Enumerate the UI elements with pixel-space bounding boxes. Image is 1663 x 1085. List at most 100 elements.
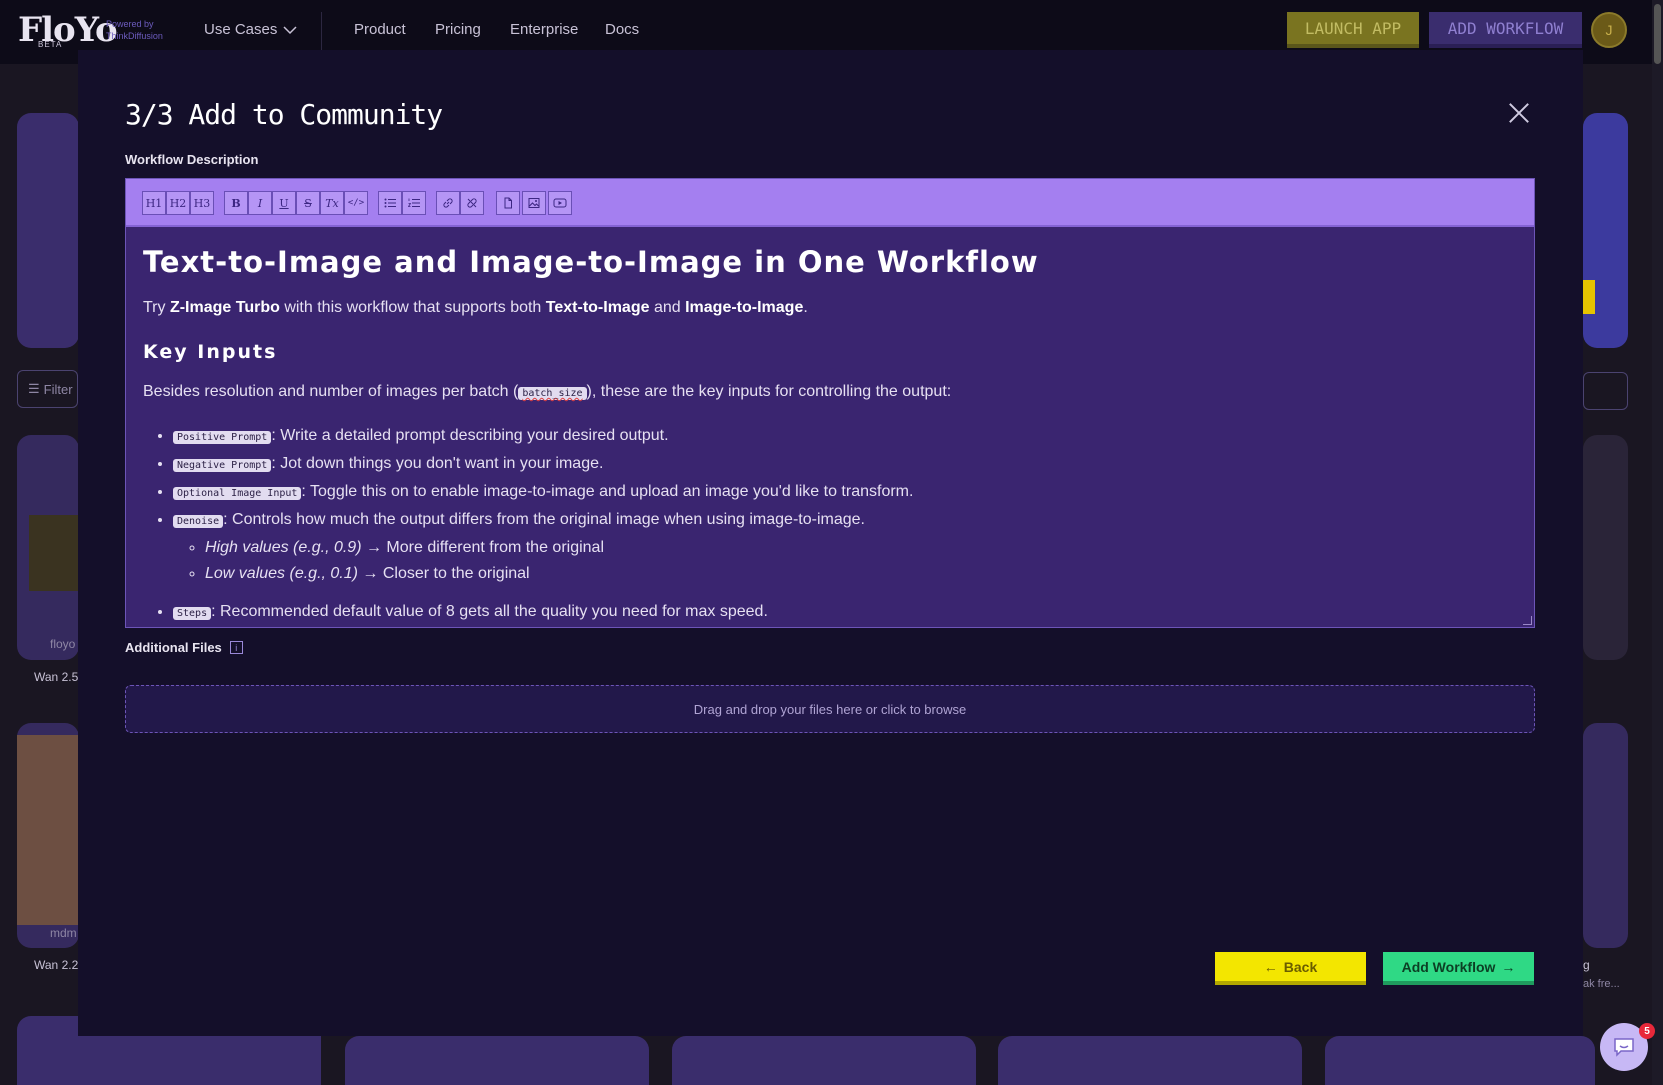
sub-item-text: → More different from the original	[361, 539, 605, 556]
file-dropzone[interactable]: Drag and drop your files here or click t…	[125, 685, 1535, 733]
heading-2-button[interactable]: H2	[166, 191, 190, 215]
bold-button[interactable]: B	[224, 191, 248, 215]
ordered-list-button[interactable]	[402, 191, 426, 215]
additional-files-text: Additional Files	[125, 640, 222, 655]
add-workflow-nav-button[interactable]: ADD WORKFLOW	[1429, 12, 1582, 48]
nav-link-docs[interactable]: Docs	[605, 21, 639, 38]
sub-item-italic: Low values (e.g., 0.1)	[205, 565, 358, 582]
link-icon	[443, 198, 453, 208]
filter-label: Filter	[43, 381, 73, 397]
launch-app-button[interactable]: LAUNCH APP	[1287, 12, 1419, 48]
nav-use-cases[interactable]: Use Cases	[204, 21, 297, 38]
chat-icon	[1614, 1038, 1634, 1057]
inline-code: Optional Image Input	[173, 487, 302, 500]
list-item: Optional Image Input: Toggle this on to …	[173, 479, 1517, 507]
list-item-text: : Toggle this on to enable image-to-imag…	[301, 483, 914, 500]
intro-text-3: and	[649, 299, 686, 316]
list-item-text: : Controls how much the output differs f…	[223, 511, 865, 528]
bg-card-1-user: floyo	[50, 637, 76, 651]
list-item-text: : Write a detailed prompt describing you…	[271, 427, 669, 444]
info-icon[interactable]: i	[229, 641, 243, 654]
heading-3-button[interactable]: H3	[190, 191, 214, 215]
image-icon	[528, 198, 540, 208]
bg-filter-button: ☰ Filter	[17, 370, 78, 408]
ordered-list-icon	[408, 198, 420, 207]
add-workflow-button[interactable]: Add Workflow →	[1383, 952, 1534, 985]
list-item: Positive Prompt: Write a detailed prompt…	[173, 423, 1517, 451]
floyo-logo[interactable]: FloYo	[18, 10, 118, 50]
insert-video-button[interactable]	[548, 191, 572, 215]
nav-link-product[interactable]: Product	[354, 21, 406, 38]
heading-1-button[interactable]: H1	[142, 191, 166, 215]
bg-card-1-right	[1583, 435, 1628, 660]
bg-right-caption-2: ak fre...	[1583, 978, 1620, 990]
bg-hero-left	[17, 113, 79, 348]
sub-item-italic: High values (e.g., 0.9)	[205, 539, 362, 556]
page-scrollbar-thumb[interactable]	[1654, 4, 1661, 64]
unlink-icon	[467, 198, 477, 208]
list-item: Denoise: Controls how much the output di…	[173, 507, 1517, 587]
link-button[interactable]	[436, 191, 460, 215]
list-item-text: : Recommended default value of 8 gets al…	[211, 603, 768, 620]
nav-divider	[321, 12, 322, 50]
insert-file-button[interactable]	[496, 191, 520, 215]
intro-text-1: Try	[143, 299, 170, 316]
denoise-sublist: High values (e.g., 0.9) → More different…	[173, 535, 1517, 587]
batch-size-code: batch_size	[518, 387, 587, 400]
underline-button[interactable]: U	[272, 191, 296, 215]
bg-card-2-right	[1583, 723, 1628, 948]
bullet-list-button[interactable]	[378, 191, 402, 215]
dropzone-text: Drag and drop your files here or click t…	[693, 701, 967, 717]
video-icon	[553, 198, 567, 208]
bg-hero-button	[1583, 280, 1595, 314]
bg-card-1-caption: Wan 2.5	[34, 670, 79, 684]
italic-button[interactable]: I	[248, 191, 272, 215]
arrow-right-icon: →	[1501, 958, 1516, 975]
editor-content[interactable]: Text-to-Image and Image-to-Image in One …	[126, 227, 1534, 627]
chevron-down-icon	[283, 25, 297, 34]
strikethrough-button[interactable]: S	[296, 191, 320, 215]
unlink-button[interactable]	[460, 191, 484, 215]
workflow-description-label: Workflow Description	[125, 152, 259, 167]
clear-format-button[interactable]: Tx	[320, 191, 344, 215]
intro-text-2: with this workflow that supports both	[279, 299, 546, 316]
nav-link-enterprise[interactable]: Enterprise	[510, 21, 578, 38]
back-button-label: Back	[1283, 958, 1318, 975]
user-avatar[interactable]: J	[1591, 12, 1627, 48]
list-item-text: : Jot down things you don't want in your…	[271, 455, 604, 472]
content-heading: Text-to-Image and Image-to-Image in One …	[143, 245, 1039, 279]
bg-bottom-card-4	[998, 1036, 1302, 1085]
back-button[interactable]: ← Back	[1215, 952, 1366, 985]
workflow-description-editor[interactable]: H1 H2 H3 B I U S Tx </> Text-to-Image an…	[125, 178, 1535, 628]
besides-paragraph: Besides resolution and number of images …	[143, 381, 1517, 405]
key-inputs-list: Positive Prompt: Write a detailed prompt…	[143, 423, 1517, 627]
list-item: Negative Prompt: Jot down things you don…	[173, 451, 1517, 479]
add-to-community-modal: 3/3 Add to Community Workflow Descriptio…	[78, 50, 1583, 1036]
intro-bold-2: Text-to-Image	[545, 299, 650, 316]
editor-resize-handle[interactable]	[1523, 616, 1532, 625]
intro-text-4: .	[803, 299, 808, 316]
editor-toolbar: H1 H2 H3 B I U S Tx </>	[126, 179, 1534, 227]
bg-card-2-caption: Wan 2.2	[34, 958, 79, 972]
sub-item-text: → Closer to the original	[357, 565, 530, 582]
bg-bottom-card-3	[672, 1036, 976, 1085]
inline-code: Steps	[173, 607, 212, 620]
content-intro: Try Z-Image Turbo with this workflow tha…	[143, 297, 1517, 319]
powered-by: Powered by ThinkDiffusion	[106, 18, 163, 42]
bg-sort-dropdown	[1583, 372, 1628, 410]
nav-link-pricing[interactable]: Pricing	[435, 21, 481, 38]
intro-bold-3: Image-to-Image	[685, 299, 804, 316]
chat-notification-badge: 5	[1639, 1023, 1655, 1039]
code-button[interactable]: </>	[344, 191, 368, 215]
page-scrollbar[interactable]	[1652, 0, 1663, 1085]
insert-image-button[interactable]	[522, 191, 546, 215]
bg-card-2-image	[17, 735, 79, 925]
modal-title: 3/3 Add to Community	[125, 98, 443, 131]
bg-card-2-user: mdm	[50, 926, 77, 940]
close-icon[interactable]	[1508, 102, 1530, 124]
intro-bold-1: Z-Image Turbo	[169, 299, 280, 316]
file-icon	[504, 197, 512, 209]
besides-text-2: ), these are the key inputs for controll…	[586, 383, 952, 400]
additional-files-label: Additional Files i	[125, 640, 243, 655]
bg-bottom-card-2	[345, 1036, 649, 1085]
